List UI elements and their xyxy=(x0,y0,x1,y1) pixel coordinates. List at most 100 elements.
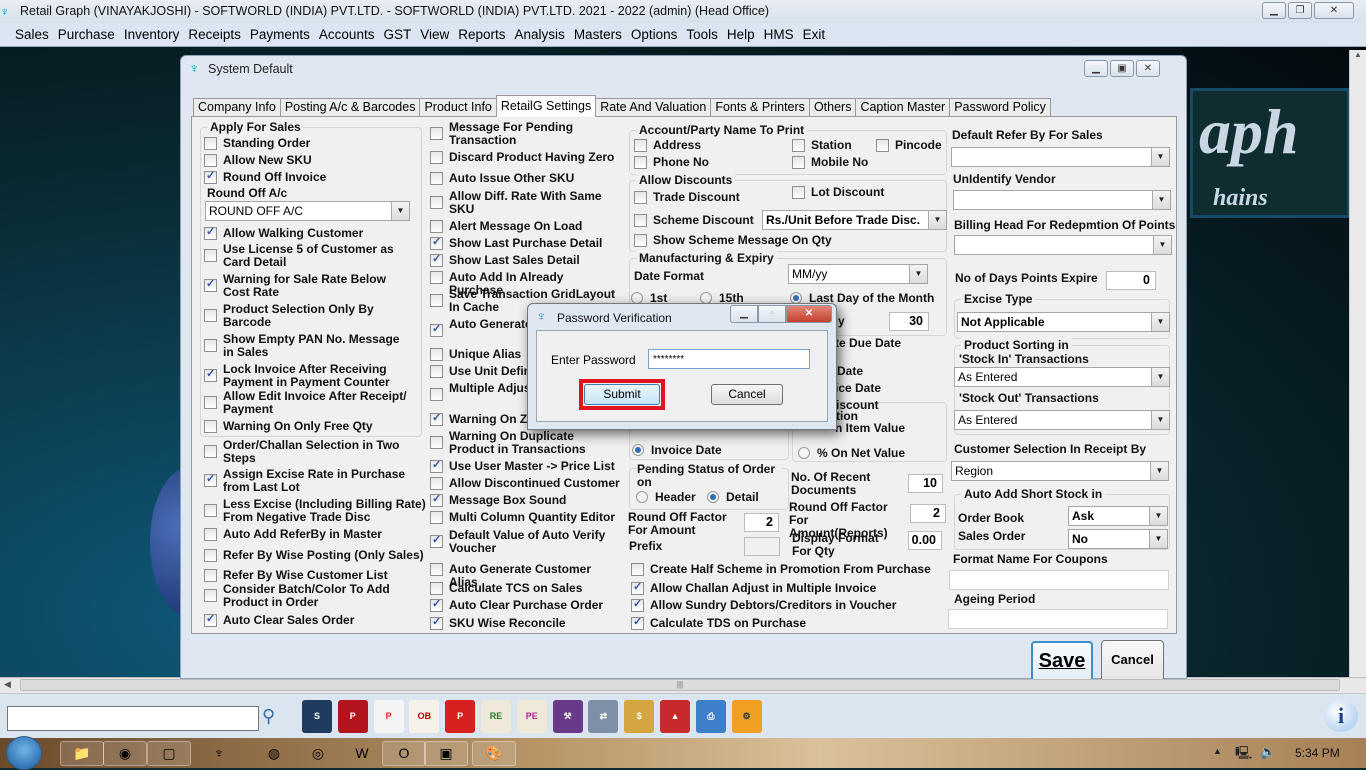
checkbox-default-value-of-auto-verify-voucher[interactable]: Default Value of Auto Verify Voucher xyxy=(430,529,620,555)
chevron-down-icon[interactable]: ▼ xyxy=(391,202,409,220)
checkbox-refer-by-wise-posting-only-sales[interactable]: Refer By Wise Posting (Only Sales) xyxy=(204,549,426,562)
taskbar-office-icon[interactable]: ▢ xyxy=(147,741,191,766)
checkbox-create-half-scheme-in-promotion-from-purchase[interactable]: Create Half Scheme in Promotion From Pur… xyxy=(631,563,961,576)
dialog-close-button[interactable]: ✕ xyxy=(786,305,832,323)
checkbox-box[interactable] xyxy=(792,139,805,152)
prefix-input[interactable] xyxy=(744,537,780,556)
round-off-reports-input[interactable]: 2 xyxy=(910,504,946,523)
checkbox-box[interactable] xyxy=(204,589,217,602)
checkbox-box[interactable] xyxy=(792,156,805,169)
checkbox-show-empty-pan-no-message-in-sales[interactable]: Show Empty PAN No. Message in Sales xyxy=(204,333,409,359)
cash-calculator-icon[interactable]: $ xyxy=(624,700,655,733)
checkbox-box[interactable] xyxy=(430,151,443,164)
tab-retailg-settings[interactable]: RetailG Settings xyxy=(495,95,597,117)
chevron-down-icon[interactable]: ▼ xyxy=(909,265,927,283)
search-icon[interactable]: ⚲ xyxy=(262,706,275,727)
taskbar-media-icon[interactable]: ◎ xyxy=(296,741,340,766)
taskbar-opera-icon[interactable]: O xyxy=(382,741,426,766)
checkbox-box[interactable] xyxy=(792,186,805,199)
checkbox-product-selection-only-by-barcode[interactable]: Product Selection Only By Barcode xyxy=(204,303,409,329)
radio-circle[interactable] xyxy=(632,444,644,456)
chevron-down-icon[interactable]: ▼ xyxy=(1149,507,1167,525)
close-button[interactable]: ✕ xyxy=(1314,2,1354,19)
checkbox-warning-on-only-free-qty[interactable]: Warning On Only Free Qty xyxy=(204,420,409,433)
cancel-button[interactable]: Cancel xyxy=(1101,640,1164,679)
checkbox-box[interactable] xyxy=(204,154,217,167)
unidentify-vendor-select[interactable]: ▼ xyxy=(953,190,1171,210)
checkbox-box[interactable] xyxy=(430,616,443,630)
recycle-shapes-icon[interactable]: ▲ xyxy=(660,700,690,733)
clock[interactable]: 5:34 PM xyxy=(1295,746,1340,760)
checkbox-box[interactable] xyxy=(631,563,644,576)
taskbar-photos-icon[interactable]: ▣ xyxy=(424,741,468,766)
dialog-cancel-button[interactable]: Cancel xyxy=(711,384,783,405)
round-off-account-select[interactable]: ROUND OFF A/C ▼ xyxy=(205,201,410,221)
checkbox-sku-wise-reconcile[interactable]: SKU Wise Reconcile xyxy=(430,616,620,630)
round-off-amount-input[interactable]: 2 xyxy=(744,513,779,532)
checkbox-box[interactable] xyxy=(430,582,443,595)
date-format-select[interactable]: MM/yy ▼ xyxy=(788,264,928,284)
radio-header[interactable]: Header xyxy=(636,490,696,504)
checkbox-calculate-tcs-on-sales[interactable]: Calculate TCS on Sales xyxy=(430,582,620,595)
lot-discount-checkbox[interactable]: Lot Discount xyxy=(792,186,912,199)
chevron-down-icon[interactable]: ▼ xyxy=(1151,368,1169,386)
checkbox-box[interactable] xyxy=(204,278,217,292)
checkbox-box[interactable] xyxy=(430,563,443,576)
checkbox-box[interactable] xyxy=(430,477,443,490)
taskbar-firefox-icon[interactable]: ◍ xyxy=(252,741,296,766)
chevron-down-icon[interactable]: ▼ xyxy=(1151,148,1169,166)
checkbox-box[interactable] xyxy=(634,139,647,152)
checkbox-box[interactable] xyxy=(876,139,889,152)
password-input[interactable] xyxy=(648,349,810,369)
checkbox-use-user-master-price-list[interactable]: Use User Master -> Price List xyxy=(430,459,620,473)
checkbox-lock-invoice-after-receiving-payment-in-payment-counter[interactable]: Lock Invoice After Receiving Payment in … xyxy=(204,363,409,389)
start-button[interactable] xyxy=(6,736,42,770)
checkbox-box[interactable] xyxy=(430,493,443,507)
checkbox-box[interactable] xyxy=(430,436,443,449)
checkbox-box[interactable] xyxy=(204,473,217,487)
days-input[interactable]: 30 xyxy=(889,312,929,331)
checkbox-round-off-invoice[interactable]: Round Off Invoice xyxy=(204,170,424,184)
checkbox-box[interactable] xyxy=(204,613,217,627)
checkbox-show-last-purchase-detail[interactable]: Show Last Purchase Detail xyxy=(430,236,620,250)
taskbar-chrome-icon[interactable]: ◉ xyxy=(103,741,147,766)
checkbox-box[interactable] xyxy=(204,170,217,184)
checkbox-show-last-sales-detail[interactable]: Show Last Sales Detail xyxy=(430,253,620,267)
checkbox-standing-order[interactable]: Standing Order xyxy=(204,137,424,150)
checkbox-auto-add-referby-in-master[interactable]: Auto Add ReferBy in Master xyxy=(204,528,426,541)
checkbox-box[interactable] xyxy=(631,616,644,630)
checkbox-box[interactable] xyxy=(430,323,443,337)
recent-documents-input[interactable]: 10 xyxy=(908,474,943,493)
product-catalog-icon[interactable]: P xyxy=(445,700,476,733)
checkbox-box[interactable] xyxy=(430,598,443,612)
toolbar-search-input[interactable] xyxy=(7,706,259,731)
taskbar-wps-icon[interactable]: W xyxy=(340,741,384,766)
stock-in-select[interactable]: As Entered ▼ xyxy=(954,367,1170,387)
radio-invoice-date[interactable]: Invoice Date xyxy=(632,443,722,457)
minimize-button[interactable]: ▁ xyxy=(1262,2,1286,19)
checkbox-allow-walking-customer[interactable]: Allow Walking Customer xyxy=(204,226,409,240)
checkbox-allow-challan-adjust-in-multiple-invoice[interactable]: Allow Challan Adjust in Multiple Invoice xyxy=(631,581,961,595)
tray-expand-icon[interactable]: ▲ xyxy=(1213,746,1222,756)
checkbox-box[interactable] xyxy=(204,549,217,562)
checkbox-consider-batch-color-to-add-product-in-order[interactable]: Consider Batch/Color To Add Product in O… xyxy=(204,583,426,609)
radio-detail[interactable]: Detail xyxy=(707,490,759,504)
chevron-down-icon[interactable]: ▼ xyxy=(1153,236,1171,254)
scheme-discount-type-select[interactable]: Rs./Unit Before Trade Disc. ▼ xyxy=(762,210,947,230)
checkbox-box[interactable] xyxy=(204,309,217,322)
checkbox-auto-clear-sales-order[interactable]: Auto Clear Sales Order xyxy=(204,613,426,627)
checkbox-box[interactable] xyxy=(430,271,443,284)
checkbox-box[interactable] xyxy=(204,420,217,433)
checkbox-allow-diff-rate-with-same-sku[interactable]: Allow Diff. Rate With Same SKU xyxy=(430,190,620,216)
payment-entry-icon[interactable]: PE xyxy=(516,700,547,733)
checkbox-box[interactable] xyxy=(430,294,443,307)
scheme-discount-checkbox[interactable]: Scheme Discount xyxy=(634,214,759,227)
printer-icon[interactable]: ⎙ xyxy=(695,700,726,733)
restore-button[interactable]: ❐ xyxy=(1288,2,1312,19)
sales-invoice-icon[interactable]: S xyxy=(302,700,332,733)
checkbox-calculate-tds-on-purchase[interactable]: Calculate TDS on Purchase xyxy=(631,616,961,630)
show-scheme-message-checkbox[interactable]: Show Scheme Message On Qty xyxy=(634,234,884,247)
taskbar-file-explorer-icon[interactable]: 📁 xyxy=(60,741,104,766)
chevron-down-icon[interactable]: ▼ xyxy=(1151,313,1169,331)
save-button[interactable]: Save xyxy=(1031,641,1093,679)
